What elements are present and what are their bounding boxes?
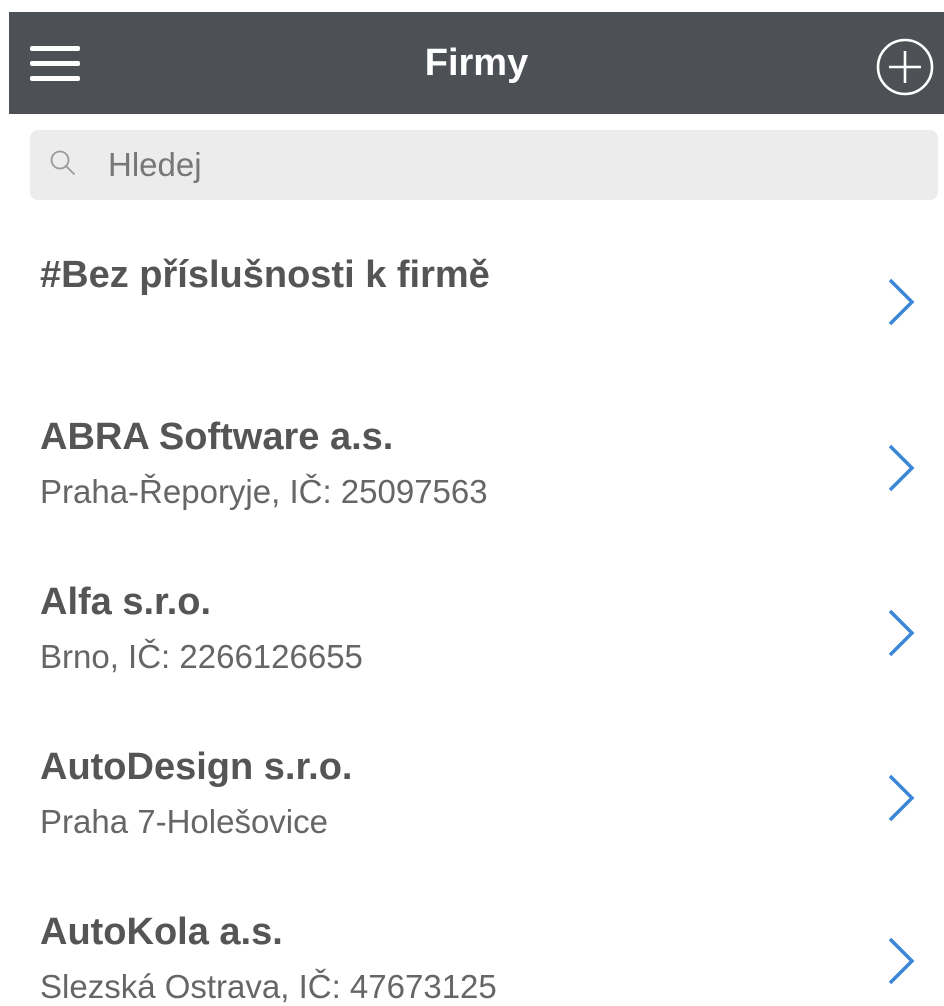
list-item[interactable]: Alfa s.r.o. Brno, IČ: 2266126655 (0, 565, 944, 715)
company-name: AutoKola a.s. (40, 911, 283, 953)
chevron-right-icon (888, 774, 915, 822)
company-name: Alfa s.r.o. (40, 581, 212, 623)
company-detail: Brno, IČ: 2266126655 (40, 638, 363, 675)
list-item[interactable]: AutoDesign s.r.o. Praha 7-Holešovice (0, 730, 944, 880)
chevron-right-icon (888, 609, 915, 657)
chevron-right-icon (888, 937, 915, 985)
company-name: AutoDesign s.r.o. (40, 746, 353, 788)
company-name: #Bez příslušnosti k firmě (40, 254, 490, 296)
company-name: ABRA Software a.s. (40, 416, 394, 458)
chevron-right-icon (888, 278, 915, 326)
company-detail: Praha 7-Holešovice (40, 803, 328, 840)
company-list: #Bez příslušnosti k firmě ABRA Software … (0, 0, 944, 1005)
company-detail: Praha-Řeporyje, IČ: 25097563 (40, 473, 488, 510)
chevron-right-icon (888, 444, 915, 492)
list-item[interactable]: ABRA Software a.s. Praha-Řeporyje, IČ: 2… (0, 400, 944, 550)
company-detail: Slezská Ostrava, IČ: 47673125 (40, 968, 497, 1005)
list-item[interactable]: #Bez příslušnosti k firmě (0, 232, 944, 392)
list-item[interactable]: AutoKola a.s. Slezská Ostrava, IČ: 47673… (0, 895, 944, 1005)
